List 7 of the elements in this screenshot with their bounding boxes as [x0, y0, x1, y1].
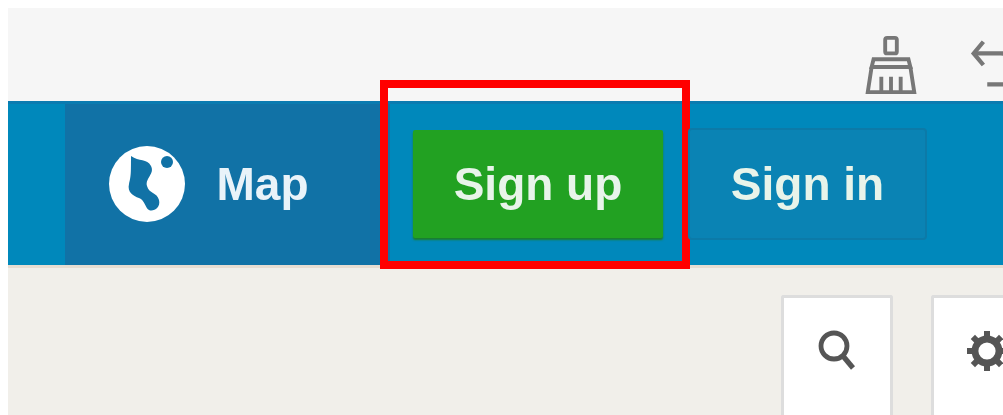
- sign-in-button[interactable]: Sign in: [690, 130, 925, 239]
- sign-up-button[interactable]: Sign up: [413, 130, 663, 239]
- map-link[interactable]: Map: [65, 103, 390, 265]
- broom-icon[interactable]: [863, 34, 919, 97]
- globe-icon: [106, 144, 187, 225]
- settings-icon: [965, 328, 1003, 374]
- search-button[interactable]: [781, 295, 893, 415]
